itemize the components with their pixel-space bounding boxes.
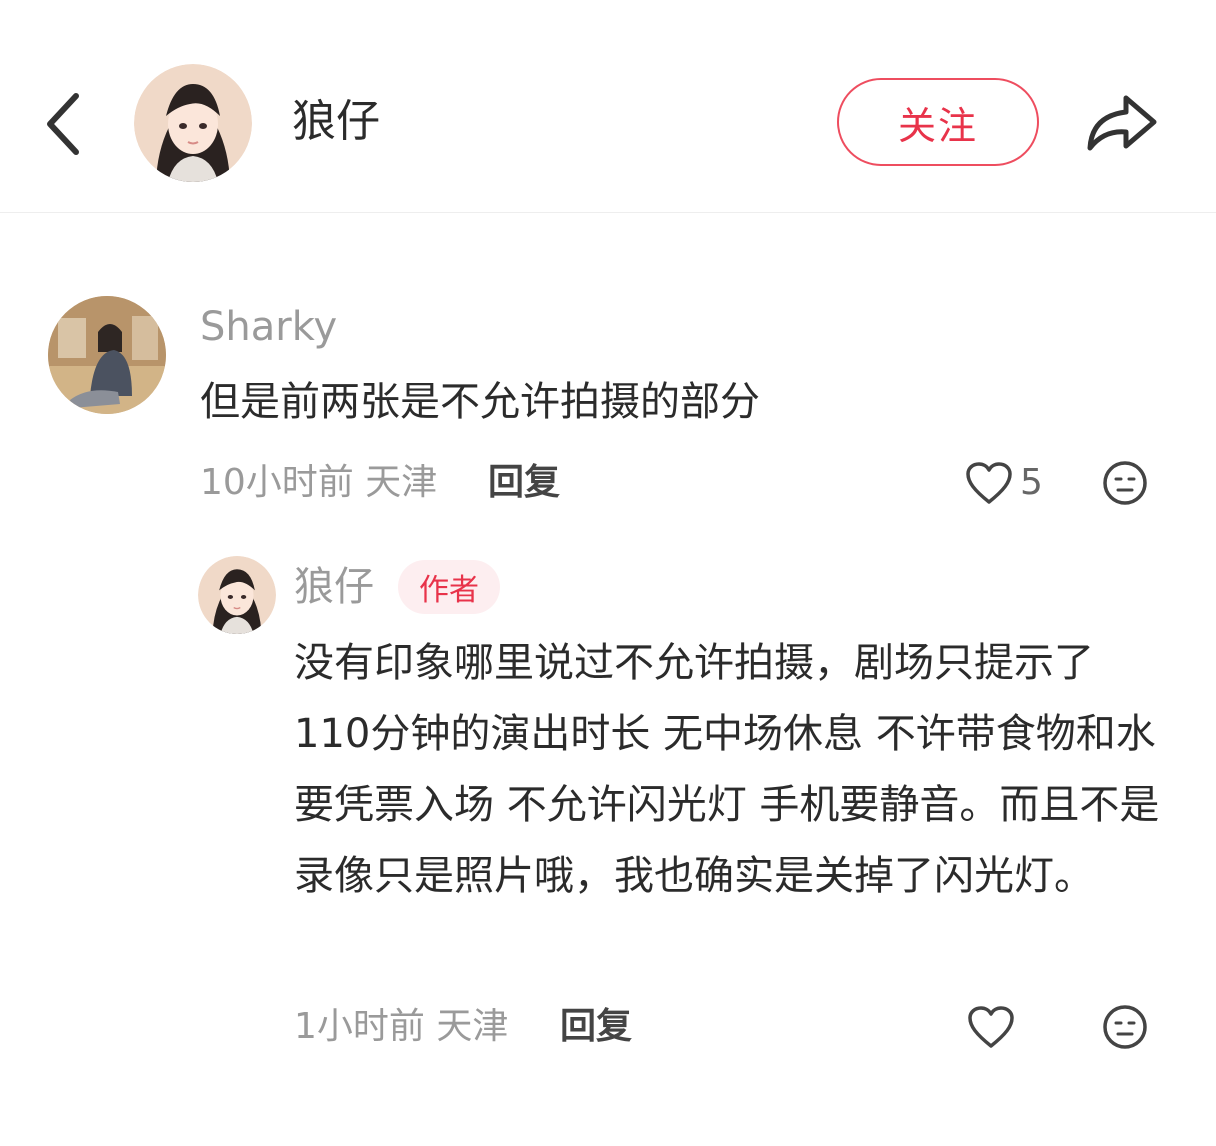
- reply-button[interactable]: 回复: [488, 458, 560, 508]
- like-button[interactable]: [966, 1004, 1016, 1050]
- back-button[interactable]: [36, 84, 106, 164]
- comment-time: 10小时前: [200, 462, 354, 503]
- avatar-image: [48, 296, 166, 414]
- emoji-reaction-button[interactable]: [1102, 460, 1148, 506]
- commenter-name[interactable]: Sharky: [200, 300, 337, 354]
- reply-location: 天津: [436, 1006, 509, 1047]
- avatar-image: [134, 64, 252, 182]
- commenter-avatar[interactable]: [48, 296, 166, 414]
- author-badge: 作者: [398, 560, 500, 614]
- heart-icon: [968, 1006, 1014, 1048]
- reply-meta: 1小时前 天津: [294, 1002, 508, 1052]
- share-icon: [1087, 95, 1157, 151]
- author-avatar[interactable]: [134, 64, 252, 182]
- comment-meta: 10小时前 天津: [200, 458, 437, 508]
- comment-location: 天津: [365, 462, 438, 503]
- reply-author-name[interactable]: 狼仔: [294, 560, 374, 614]
- like-button[interactable]: [964, 460, 1014, 506]
- chevron-left-icon: [47, 93, 79, 155]
- heart-icon: [966, 462, 1012, 504]
- share-button[interactable]: [1084, 86, 1160, 158]
- author-name: 狼仔: [292, 96, 380, 147]
- like-count: 5: [1020, 462, 1043, 503]
- comment-text: 但是前两张是不允许拍摄的部分: [200, 379, 760, 425]
- reply-button[interactable]: 回复: [560, 1002, 632, 1052]
- emoji-icon: [1103, 1005, 1147, 1049]
- reply-text: 没有印象哪里说过不允许拍摄，剧场只提示了110分钟的演出时长 无中场休息 不许带…: [294, 640, 1160, 899]
- emoji-reaction-button[interactable]: [1102, 1004, 1148, 1050]
- reply-author-avatar[interactable]: [198, 556, 276, 634]
- follow-button[interactable]: 关注: [837, 78, 1039, 166]
- reply-time: 1小时前: [294, 1006, 425, 1047]
- top-bar: 狼仔 关注: [0, 0, 1216, 213]
- avatar-image: [198, 556, 276, 634]
- emoji-icon: [1103, 461, 1147, 505]
